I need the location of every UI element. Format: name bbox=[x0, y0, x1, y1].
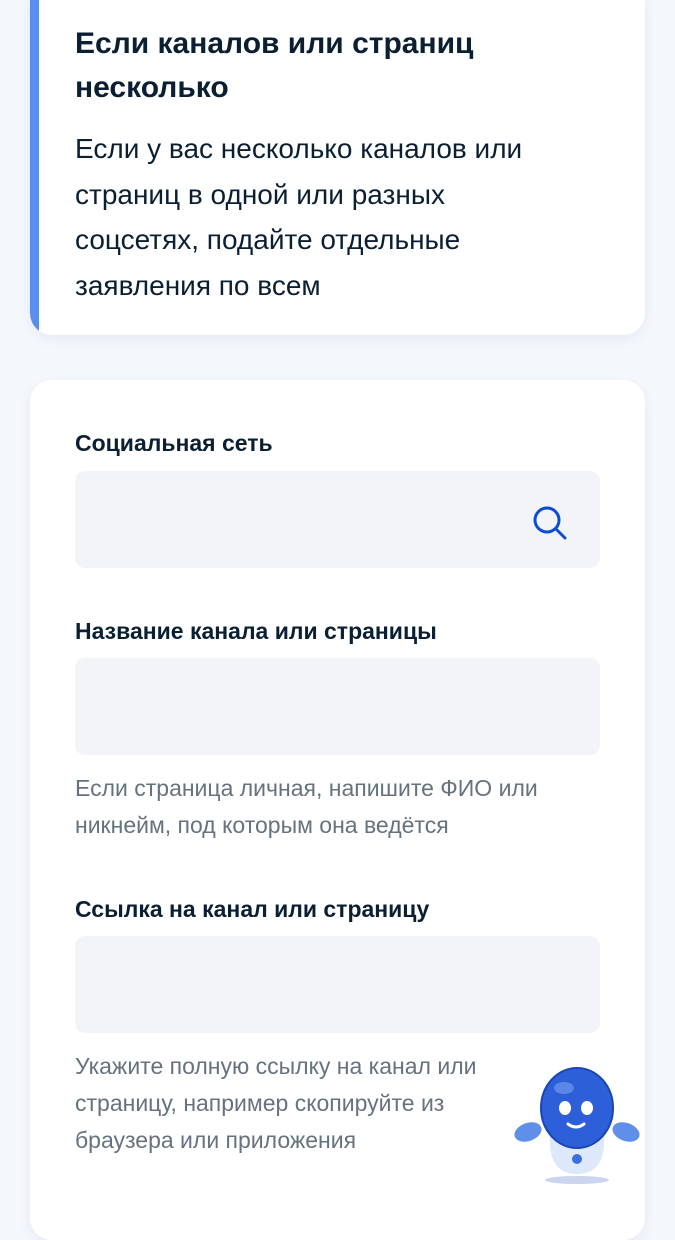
info-accent-bar bbox=[30, 0, 39, 335]
social-network-input[interactable] bbox=[75, 471, 600, 568]
social-network-label: Социальная сеть bbox=[75, 430, 273, 456]
channel-link-label: Ссылка на канал или страницу bbox=[75, 896, 430, 922]
info-card: Если каналов или страниц несколько Если … bbox=[30, 0, 645, 335]
channel-name-hint: Если страница личная, напишите ФИО или н… bbox=[75, 775, 538, 838]
info-text: Если у вас несколько каналов или страниц… bbox=[75, 133, 523, 301]
robot-assistant-icon[interactable] bbox=[514, 1058, 640, 1186]
search-icon[interactable] bbox=[530, 503, 570, 543]
channel-name-label: Название канала или страницы bbox=[75, 618, 437, 644]
channel-link-input[interactable] bbox=[75, 936, 600, 1033]
info-title: Если каналов или страниц несколько bbox=[75, 27, 474, 104]
channel-name-input[interactable] bbox=[75, 658, 600, 755]
channel-link-hint: Укажите полную ссылку на канал или стран… bbox=[75, 1053, 477, 1153]
